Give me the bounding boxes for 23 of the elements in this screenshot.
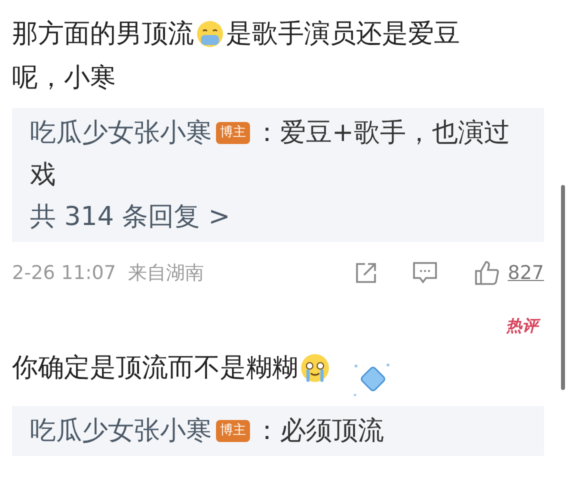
hot-comment-tag: 热评 bbox=[506, 314, 538, 338]
scrollbar[interactable] bbox=[561, 185, 565, 390]
reply-text: 戏 bbox=[30, 159, 56, 192]
more-replies-link[interactable]: 共 314 条回复 > bbox=[30, 202, 230, 232]
masked-face-emoji-icon bbox=[196, 20, 224, 48]
blogger-badge: 博主 bbox=[216, 420, 250, 442]
post-date: 2-26 11:07 bbox=[12, 260, 116, 286]
comment-text: 那方面的男顶流 bbox=[12, 18, 194, 51]
reply-text: ：爱豆+歌手，也演过 bbox=[254, 117, 510, 150]
reply-author[interactable]: 吃瓜少女张小寒 bbox=[30, 410, 212, 452]
thumbs-up-icon[interactable] bbox=[474, 260, 500, 286]
comment-icon[interactable] bbox=[412, 261, 438, 285]
reply-author[interactable]: 吃瓜少女张小寒 bbox=[30, 112, 212, 154]
comment-text: 你确定是顶流而不是糊糊 bbox=[12, 352, 298, 385]
comment-text: 是歌手演员还是爱豆 bbox=[226, 18, 460, 51]
post-location: 来自湖南 bbox=[128, 260, 204, 286]
reply-text: ：必须顶流 bbox=[254, 415, 384, 448]
comment-text: 呢，小寒 bbox=[12, 62, 116, 95]
share-icon[interactable] bbox=[354, 261, 378, 285]
crying-face-emoji-icon bbox=[300, 353, 330, 383]
blogger-badge: 博主 bbox=[216, 122, 250, 144]
diamond-sticker-icon bbox=[352, 362, 392, 398]
like-count[interactable]: 827 bbox=[508, 258, 544, 288]
